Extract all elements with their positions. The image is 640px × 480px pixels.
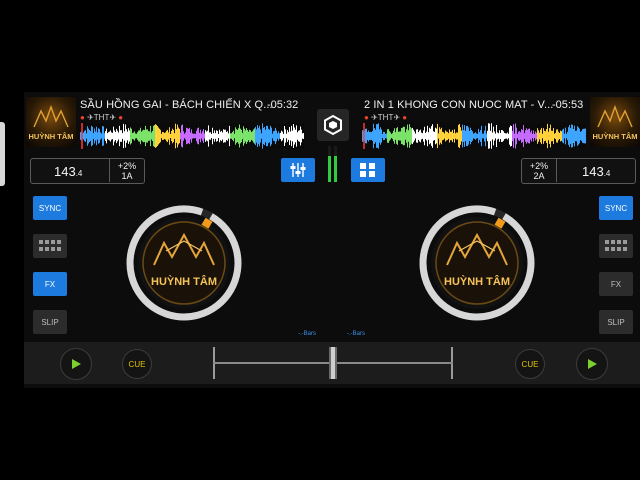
app-logo-button[interactable]: [317, 109, 349, 141]
left-bpm-divider: [109, 159, 110, 182]
left-cue-label: CUE: [128, 359, 146, 369]
mixer-button[interactable]: [281, 158, 315, 182]
right-waveform[interactable]: [362, 123, 586, 149]
right-bars-label: -.-Bars: [347, 331, 365, 337]
crossfader-knob[interactable]: [329, 347, 337, 379]
play-icon: [588, 359, 597, 369]
left-play-button[interactable]: [60, 348, 92, 380]
crossfader[interactable]: [213, 347, 453, 379]
left-pitch[interactable]: +2% 1A: [112, 161, 142, 181]
left-pitch-value: +2%: [117, 161, 137, 171]
right-cover-art: HUỲNH TÂM: [590, 97, 640, 147]
grid-layout-icon: [360, 163, 375, 177]
left-track-title: SẦU HỒNG GAI - BÁCH CHIẾN X Q...: [80, 99, 273, 111]
right-key: 2A: [533, 171, 545, 181]
left-plane-icon-2: ✈: [109, 113, 117, 122]
left-key: 1A: [121, 171, 133, 181]
edge-handle[interactable]: [0, 122, 5, 186]
svg-text:HUỲNH TÂM: HUỲNH TÂM: [151, 275, 217, 288]
left-cue-button[interactable]: CUE: [122, 349, 152, 379]
right-plane-icon-2: ✈: [393, 113, 401, 122]
left-jog-wheel[interactable]: HUỲNH TÂM: [124, 203, 244, 323]
right-bpm-decimal: .4: [603, 169, 611, 178]
right-pitch[interactable]: +2% 2A: [524, 161, 554, 181]
right-track-time: -05:53: [552, 99, 584, 111]
right-bpm-divider: [556, 159, 557, 182]
left-plane-icon: ✈: [87, 113, 94, 122]
pads-grid-icon: [605, 240, 627, 251]
svg-text:HUỲNH TÂM: HUỲNH TÂM: [444, 275, 510, 288]
left-cover-text: HUỲNH TÂM: [29, 132, 74, 141]
pads-grid-icon: [39, 240, 61, 251]
left-artist-dot-icon-2: ●: [118, 113, 124, 122]
right-artist: ● ✈THT✈ ●: [364, 113, 407, 122]
right-slip-button[interactable]: SLIP: [599, 310, 633, 334]
left-bpm: 143.4: [54, 164, 82, 179]
right-cue-button[interactable]: CUE: [515, 349, 545, 379]
play-icon: [72, 359, 81, 369]
left-waveform[interactable]: [80, 123, 304, 149]
right-track-title: 2 IN 1 KHONG CON NUOC MAT - V...: [364, 99, 554, 111]
app-logo-icon: [324, 114, 342, 136]
left-fx-button[interactable]: FX: [33, 272, 67, 296]
right-cover-text: HUỲNH TÂM: [593, 132, 638, 141]
right-bpm: 143.4: [582, 164, 610, 179]
left-bpm-decimal: .4: [75, 169, 83, 178]
left-bpm-value: 143: [54, 164, 76, 179]
left-bars-label: -.-Bars: [298, 331, 316, 337]
left-artist-dot-icon: ●: [80, 113, 85, 122]
left-slip-button[interactable]: SLIP: [33, 310, 67, 334]
left-sync-button[interactable]: SYNC: [33, 196, 67, 220]
right-plane-icon: ✈: [371, 113, 378, 122]
right-pitch-value: +2%: [529, 161, 549, 171]
right-sync-button[interactable]: SYNC: [599, 196, 633, 220]
right-bpm-value: 143: [582, 164, 604, 179]
right-artist-name: THT: [377, 113, 394, 122]
left-artist-name: THT: [93, 113, 110, 122]
mixer-sliders-icon: [290, 163, 306, 177]
right-play-button[interactable]: [576, 348, 608, 380]
vu-meter-left: [328, 146, 331, 182]
vu-meter-right: [334, 146, 337, 182]
layout-button[interactable]: [351, 158, 385, 182]
right-pads-button[interactable]: [599, 234, 633, 258]
left-pads-button[interactable]: [33, 234, 67, 258]
right-fx-button[interactable]: FX: [599, 272, 633, 296]
left-track-time: -05:32: [267, 99, 299, 111]
right-jog-wheel[interactable]: HUỲNH TÂM: [417, 203, 537, 323]
right-artist-dot-icon: ●: [364, 113, 369, 122]
left-artist: ● ✈THT✈ ●: [80, 113, 123, 122]
left-cover-art: HUỲNH TÂM: [26, 97, 76, 147]
right-artist-dot-icon-2: ●: [402, 113, 408, 122]
right-cue-label: CUE: [521, 359, 539, 369]
